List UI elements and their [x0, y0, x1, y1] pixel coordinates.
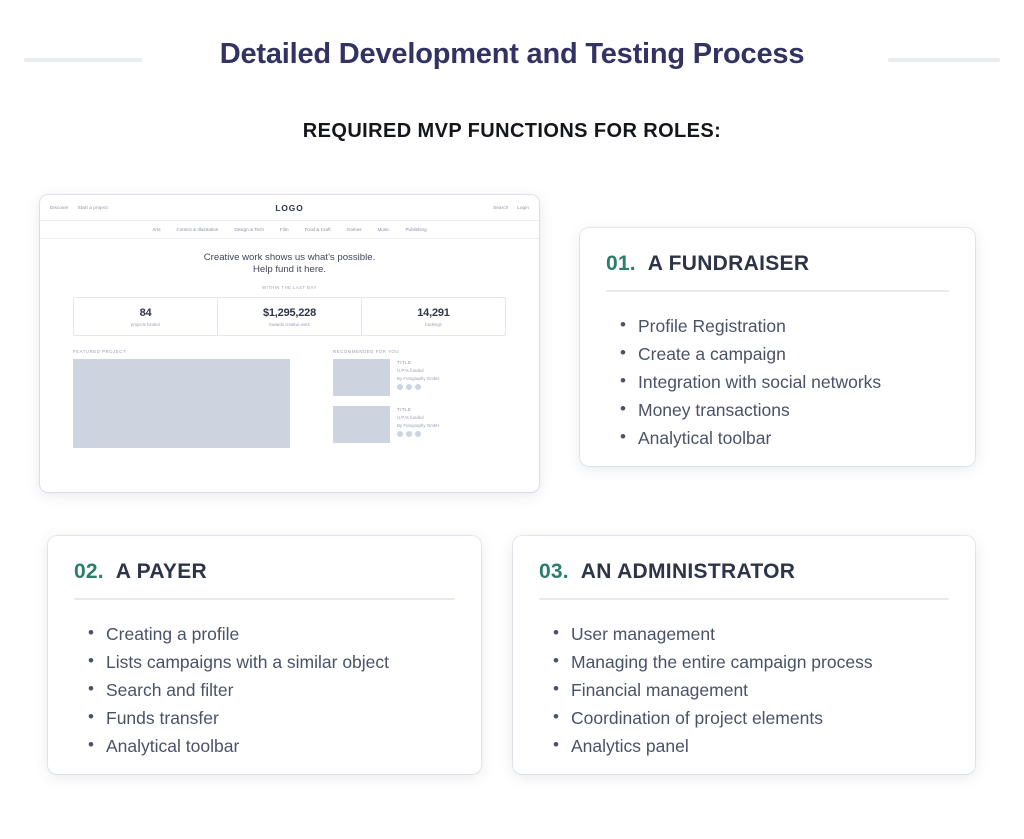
mockup-stat-value: 14,291	[417, 306, 450, 319]
role-card-administrator: 03. AN ADMINISTRATOR User management Man…	[513, 536, 975, 774]
mockup-recommended-thumbnail	[333, 406, 390, 443]
mockup-hero: Creative work shows us what’s possible. …	[40, 239, 539, 290]
mockup-hero-line-2: Help fund it here.	[252, 264, 327, 275]
browser-mockup: Discover Start a project LOGO Search Log…	[40, 195, 539, 492]
mockup-recommended-title: TITLE	[397, 360, 412, 365]
mockup-recommended-body: TITLE U.P.% funded By Fotography GmbH	[397, 359, 439, 396]
list-item: Creating a profile	[86, 619, 455, 648]
mockup-recommended-by: By Fotography GmbH	[397, 376, 440, 381]
mockup-link-login[interactable]: Login	[517, 205, 529, 210]
role-card-feature-list: Creating a profile Lists campaigns with …	[74, 619, 455, 760]
role-card-header: 03. AN ADMINISTRATOR	[539, 560, 949, 584]
mockup-stat-towards-creative-work: $1,295,228 towards creative work	[218, 298, 362, 335]
list-item: User management	[551, 619, 949, 648]
mockup-stat-value: 84	[139, 306, 152, 319]
mockup-link-search[interactable]: Search	[493, 205, 508, 210]
mockup-category-film[interactable]: Film	[280, 227, 289, 232]
dot-icon	[406, 384, 412, 390]
mockup-recommended-thumbnail	[333, 359, 390, 396]
mockup-recommended-dots	[397, 431, 439, 437]
list-item: Lists campaigns with a similar object	[86, 647, 455, 676]
role-card-feature-list: User management Managing the entire camp…	[539, 619, 949, 760]
list-item: Coordination of project elements	[551, 703, 949, 732]
mockup-featured-column: FEATURED PROJECT	[73, 349, 290, 453]
mockup-recommended-body: TITLE U.P.% funded By Fotography GmbH	[397, 406, 439, 443]
mockup-featured-image-placeholder[interactable]	[73, 359, 290, 448]
mockup-category-comics[interactable]: Comics & Illustration	[177, 227, 219, 232]
mockup-category-arts[interactable]: Arts	[152, 227, 160, 232]
mockup-recommended-by: By Fotography GmbH	[397, 423, 440, 428]
mockup-featured-label: FEATURED PROJECT	[73, 349, 127, 354]
mockup-category-nav: Arts Comics & Illustration Design & Tech…	[40, 221, 539, 239]
mockup-stat-backings: 14,291 backings	[362, 298, 505, 335]
role-card-title: A FUNDRAISER	[647, 252, 810, 275]
mockup-stat-value: $1,295,228	[262, 306, 317, 319]
list-item: Search and filter	[86, 675, 455, 704]
dot-icon	[397, 384, 403, 390]
list-item: Analytics panel	[551, 731, 949, 760]
mockup-topbar: Discover Start a project LOGO Search Log…	[40, 195, 539, 221]
role-card-title: AN ADMINISTRATOR	[580, 560, 796, 583]
mockup-stats-bar: 84 projects funded $1,295,228 towards cr…	[73, 297, 506, 336]
dot-icon	[397, 431, 403, 437]
role-card-divider	[606, 290, 949, 292]
dot-icon	[406, 431, 412, 437]
mockup-topbar-right-links: Search Login	[493, 205, 529, 210]
mockup-stats-label: WITHIN THE LAST DAY	[262, 285, 317, 290]
list-item: Financial management	[551, 675, 949, 704]
role-card-fundraiser: 01. A FUNDRAISER Profile Registration Cr…	[580, 228, 975, 466]
mockup-recommended-dots	[397, 384, 439, 390]
mockup-category-games[interactable]: Games	[347, 227, 362, 232]
mockup-category-music[interactable]: Music	[377, 227, 389, 232]
mockup-logo: LOGO	[275, 202, 304, 213]
list-item: Money transactions	[618, 395, 949, 424]
role-card-header: 02. A PAYER	[74, 560, 455, 584]
role-card-payer: 02. A PAYER Creating a profile Lists cam…	[48, 536, 481, 774]
role-card-header: 01. A FUNDRAISER	[606, 252, 949, 276]
list-item: Managing the entire campaign process	[551, 647, 949, 676]
page-title: Detailed Development and Testing Process	[219, 38, 805, 70]
role-card-title: A PAYER	[115, 560, 207, 583]
mockup-stat-projects-funded: 84 projects funded	[74, 298, 218, 335]
mockup-hero-line-1: Creative work shows us what’s possible.	[203, 252, 376, 263]
list-item: Analytical toolbar	[618, 423, 949, 452]
role-card-divider	[539, 598, 949, 600]
role-card-number: 03.	[539, 560, 569, 583]
mockup-category-food[interactable]: Food & Craft	[305, 227, 331, 232]
mockup-lower-section: FEATURED PROJECT RECOMMENDED FOR YOU TIT…	[73, 349, 506, 453]
mockup-recommended-funded: U.P.% funded	[397, 415, 424, 420]
mockup-stat-label: backings	[425, 321, 442, 327]
list-item: Create a campaign	[618, 339, 949, 368]
dot-icon	[415, 431, 421, 437]
mockup-recommended-label: RECOMMENDED FOR YOU	[333, 349, 400, 354]
list-item: Analytical toolbar	[86, 731, 455, 760]
list-item: Profile Registration	[618, 311, 949, 340]
mockup-stat-label: projects funded	[131, 321, 160, 327]
dot-icon	[415, 384, 421, 390]
mockup-category-publishing[interactable]: Publishing	[405, 227, 426, 232]
mockup-recommended-column: RECOMMENDED FOR YOU TITLE U.P.% funded B…	[333, 349, 506, 453]
mockup-recommended-title: TITLE	[397, 407, 412, 412]
list-item: Integration with social networks	[618, 367, 949, 396]
role-card-divider	[74, 598, 455, 600]
mockup-recommended-item[interactable]: TITLE U.P.% funded By Fotography GmbH	[333, 406, 506, 443]
mockup-recommended-funded: U.P.% funded	[397, 368, 424, 373]
mockup-recommended-item[interactable]: TITLE U.P.% funded By Fotography GmbH	[333, 359, 506, 396]
list-item: Funds transfer	[86, 703, 455, 732]
mockup-stat-label: towards creative work	[269, 321, 310, 327]
mockup-category-design[interactable]: Design & Tech	[234, 227, 264, 232]
page-subtitle: REQUIRED MVP FUNCTIONS FOR ROLES:	[302, 120, 722, 142]
role-card-number: 01.	[606, 252, 636, 275]
page-header: Detailed Development and Testing Process	[0, 0, 1024, 108]
role-card-number: 02.	[74, 560, 104, 583]
role-card-feature-list: Profile Registration Create a campaign I…	[606, 311, 949, 452]
